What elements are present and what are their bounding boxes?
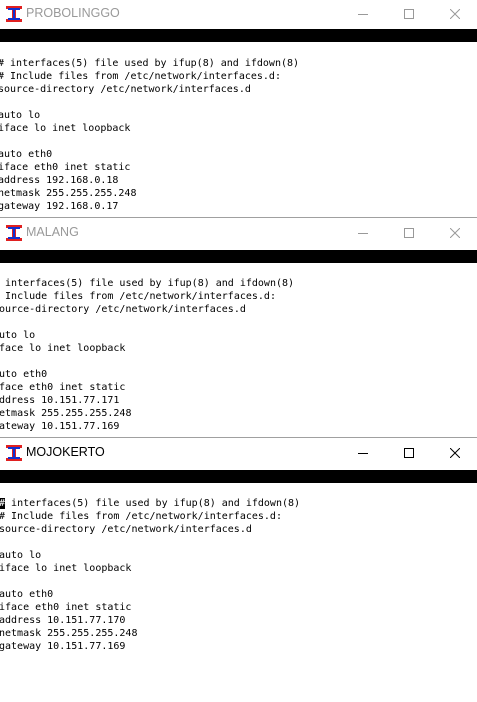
editor-line: iface lo inet loopback <box>0 123 131 134</box>
editor-line: auto eth0 <box>0 369 48 380</box>
window-title: MALANG <box>26 225 79 239</box>
nano-version: GNU nano 2.7.4 <box>6 264 91 275</box>
text-cursor: # <box>0 498 6 509</box>
editor-line: auto lo <box>0 330 36 341</box>
editor-text-area[interactable]: # interfaces(5) file used by ifup(8) and… <box>0 277 294 433</box>
minimize-icon <box>358 14 368 15</box>
nano-header-bar: GNU nano 2.7.4 File: /etc/network/interf… <box>0 250 477 288</box>
close-button[interactable] <box>432 439 477 467</box>
editor-line: address 10.151.77.170 <box>0 615 126 626</box>
editor-line: address 10.151.77.171 <box>0 395 120 406</box>
editor-line: iface eth0 inet static <box>0 602 132 613</box>
window-title: PROBOLINGGO <box>26 6 120 20</box>
maximize-icon <box>404 448 414 458</box>
editor-line: # Include files from /etc/network/interf… <box>0 71 281 82</box>
editor-line: address 192.168.0.18 <box>0 175 119 186</box>
minimize-icon <box>358 233 368 234</box>
nano-version: GNU nano 2.7.4 <box>10 484 95 495</box>
terminal-window-probolinggo[interactable]: PROBOLINGGO GNU nano 2.7.4 File: /etc/ne… <box>0 0 477 217</box>
editor-line: netmask 255.255.255.248 <box>0 408 132 419</box>
editor-line: netmask 255.255.255.248 <box>0 628 138 639</box>
title-bar[interactable]: PROBOLINGGO <box>0 0 477 28</box>
maximize-icon <box>404 228 414 238</box>
minimize-button[interactable] <box>340 219 386 247</box>
close-button[interactable] <box>432 219 477 247</box>
editor-line: auto lo <box>0 110 41 121</box>
editor-line: # interfaces(5) file used by ifup(8) and… <box>0 278 295 289</box>
editor-line: iface eth0 inet static <box>0 382 126 393</box>
nano-version: GNU nano 2.7.4 <box>10 43 95 54</box>
terminal-window-malang[interactable]: MALANG GNU nano 2.7.4 File: /etc/network… <box>0 217 477 438</box>
putty-terminal-icon[interactable] <box>5 444 23 462</box>
maximize-icon <box>404 9 414 19</box>
editor-line: iface lo inet loopback <box>0 343 126 354</box>
editor-line: gateway 10.151.77.169 <box>0 641 126 652</box>
editor-line: auto eth0 <box>0 149 53 160</box>
editor-line: iface lo inet loopback <box>0 563 132 574</box>
maximize-button[interactable] <box>386 219 432 247</box>
putty-terminal-icon[interactable] <box>5 5 23 23</box>
close-icon <box>450 9 460 19</box>
maximize-button[interactable] <box>386 0 432 28</box>
editor-line: # interfaces(5) file used by ifup(8) and… <box>0 58 300 69</box>
editor-line: gateway 10.151.77.169 <box>0 421 120 432</box>
window-title: MOJOKERTO <box>26 445 105 459</box>
editor-text-area[interactable]: # interfaces(5) file used by ifup(8) and… <box>0 57 299 213</box>
maximize-button[interactable] <box>386 439 432 467</box>
minimize-button[interactable] <box>340 0 386 28</box>
title-bar[interactable]: MALANG <box>0 219 477 247</box>
nano-header-bar: GNU nano 2.7.4 File: /etc/network/interf… <box>0 29 477 67</box>
close-button[interactable] <box>432 0 477 28</box>
minimize-icon <box>358 453 368 454</box>
editor-line: auto lo <box>0 550 42 561</box>
editor-line: source-directory /etc/network/interfaces… <box>0 304 246 315</box>
nano-header-bar: GNU nano 2.7.4 File: /etc/network/interf… <box>0 470 477 508</box>
editor-line: # Include files from /etc/network/interf… <box>0 511 282 522</box>
editor-line: gateway 192.168.0.17 <box>0 201 119 212</box>
editor-text-area[interactable]: # interfaces(5) file used by ifup(8) and… <box>0 497 300 653</box>
editor-line: # Include files from /etc/network/interf… <box>0 291 276 302</box>
editor-line: auto eth0 <box>0 589 54 600</box>
putty-terminal-icon[interactable] <box>5 224 23 242</box>
editor-line: netmask 255.255.255.248 <box>0 188 137 199</box>
title-bar[interactable]: MOJOKERTO <box>0 439 477 467</box>
minimize-button[interactable] <box>340 439 386 467</box>
editor-line: iface eth0 inet static <box>0 162 131 173</box>
editor-line: source-directory /etc/network/interfaces… <box>0 84 251 95</box>
editor-line: # interfaces(5) file used by ifup(8) and… <box>0 497 300 510</box>
terminal-window-mojokerto[interactable]: MOJOKERTO GNU nano 2.7.4 File: /etc/netw… <box>0 437 477 702</box>
editor-line: source-directory /etc/network/interfaces… <box>0 524 252 535</box>
close-icon <box>450 448 460 458</box>
close-icon <box>450 228 460 238</box>
